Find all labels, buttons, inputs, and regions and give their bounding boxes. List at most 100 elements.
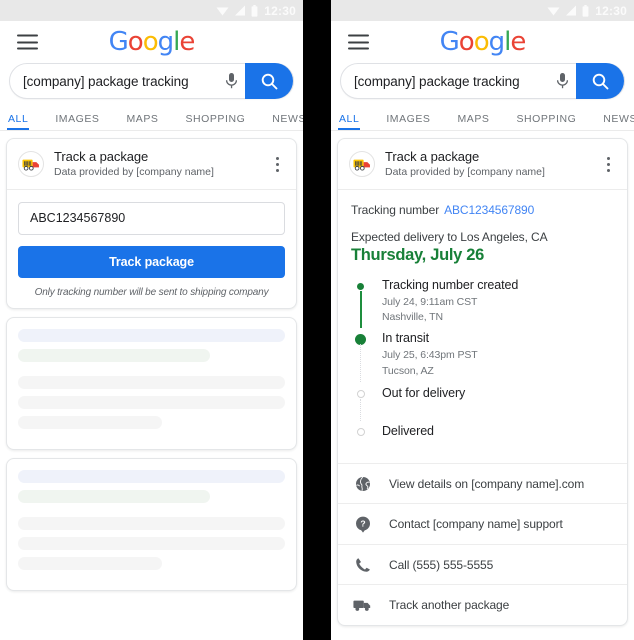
action-contact-support[interactable]: ? Contact [company name] support	[338, 503, 627, 544]
tracking-timeline: Tracking number created July 24, 9:11am …	[355, 278, 614, 448]
app-header: Google	[0, 21, 303, 63]
tracking-number-value[interactable]: ABC1234567890	[444, 203, 534, 217]
tracking-disclaimer: Only tracking number will be sent to shi…	[34, 286, 269, 298]
tab-news[interactable]: NEWS	[272, 113, 303, 130]
action-label: Track another package	[389, 598, 510, 613]
timeline-item: Tracking number created July 24, 9:11am …	[355, 277, 614, 329]
action-track-another[interactable]: Track another package	[338, 584, 627, 625]
placeholder-line	[18, 489, 211, 503]
action-call[interactable]: Call (555) 555-5555	[338, 543, 627, 585]
placeholder-line	[18, 395, 285, 409]
tracking-number-row: Tracking number ABC1234567890	[351, 203, 614, 217]
delivery-truck-icon	[349, 151, 375, 178]
search-input[interactable]	[341, 73, 548, 89]
timeline-place: Nashville, TN	[382, 311, 443, 324]
search-bar-container	[331, 63, 634, 99]
screenshot-stage: 12:30 Google ALL IMAGES MAPS SHOP	[0, 0, 634, 640]
search-input[interactable]	[10, 73, 217, 89]
microphone-icon[interactable]	[217, 63, 245, 99]
logo-letter-g1: G	[439, 27, 460, 57]
placeholder-line	[18, 469, 285, 483]
timeline-dot-pending-icon	[355, 427, 366, 438]
tab-all[interactable]: ALL	[6, 113, 30, 130]
expected-delivery-line: Expected delivery to Los Angeles, CA	[351, 229, 548, 244]
timeline-title: Tracking number created	[382, 277, 519, 292]
logo-letter-e: e	[510, 27, 526, 57]
timeline-connector	[360, 398, 361, 421]
tracking-number-label: Tracking number	[351, 202, 440, 217]
placeholder-line	[18, 536, 285, 550]
delivery-truck-icon	[18, 151, 44, 178]
package-actions: View details on [company name].com ? Con…	[338, 462, 627, 625]
hamburger-menu-icon[interactable]	[348, 34, 369, 50]
wifi-icon	[216, 7, 229, 16]
action-label: Call (555) 555-5555	[389, 557, 494, 572]
hamburger-menu-icon[interactable]	[17, 34, 38, 50]
placeholder-line	[18, 516, 285, 530]
card-title: Track a package	[54, 149, 149, 164]
tab-shopping[interactable]: SHOPPING	[185, 113, 245, 130]
logo-letter-o1: o	[458, 27, 475, 57]
status-bar-time: 12:30	[264, 3, 296, 18]
tab-all[interactable]: ALL	[337, 113, 361, 130]
tab-images[interactable]: IMAGES	[55, 113, 99, 130]
search-bar[interactable]	[340, 63, 625, 99]
timeline-title: In transit	[382, 331, 429, 346]
phone-icon	[351, 557, 374, 573]
logo-letter-e: e	[179, 27, 195, 57]
package-details: Tracking number ABC1234567890 Expected de…	[338, 190, 627, 452]
placeholder-line	[18, 375, 285, 389]
phone-screen-right: 12:30 Google ALL IMAGES MAPS SHOP	[331, 0, 634, 640]
card-title: Track a package	[385, 149, 480, 164]
globe-icon	[351, 476, 374, 492]
action-label: View details on [company name].com	[389, 476, 585, 491]
more-options-icon[interactable]	[268, 154, 286, 174]
search-bar[interactable]	[9, 63, 294, 99]
more-options-icon[interactable]	[599, 154, 617, 174]
card-subtitle: Data provided by [company name]	[385, 166, 545, 179]
logo-letter-g2: g	[157, 27, 174, 57]
timeline-item: Out for delivery	[355, 385, 614, 421]
tracking-number-input[interactable]	[18, 201, 285, 235]
status-bar-time: 12:30	[595, 3, 627, 18]
placeholder-result-card-1	[6, 316, 297, 450]
placeholder-line	[18, 348, 211, 362]
help-question-icon: ?	[351, 516, 374, 533]
tab-images[interactable]: IMAGES	[386, 113, 430, 130]
tab-maps[interactable]: MAPS	[458, 113, 490, 130]
track-package-card: Track a package Data provided by [compan…	[6, 138, 297, 309]
timeline-item: In transit July 25, 6:43pm PST Tucson, A…	[355, 331, 614, 382]
track-package-button[interactable]: Track package	[18, 245, 285, 278]
wifi-icon	[547, 7, 560, 16]
microphone-icon[interactable]	[548, 63, 576, 99]
tab-news[interactable]: NEWS	[603, 113, 634, 130]
search-submit-button[interactable]	[576, 63, 624, 99]
placeholder-result-card-2	[6, 457, 297, 591]
tab-maps[interactable]: MAPS	[127, 113, 159, 130]
logo-letter-o1: o	[127, 27, 144, 57]
timeline-connector	[360, 290, 362, 329]
timeline-item: Delivered	[355, 424, 614, 448]
search-tabs: ALL IMAGES MAPS SHOPPING NEWS	[331, 105, 634, 131]
battery-icon	[251, 4, 258, 17]
action-label: Contact [company name] support	[389, 517, 563, 532]
timeline-title: Out for delivery	[382, 385, 466, 400]
svg-text:?: ?	[360, 518, 365, 528]
card-header-text: Track a package Data provided by [compan…	[54, 149, 268, 180]
tab-shopping[interactable]: SHOPPING	[516, 113, 576, 130]
status-bar: 12:30	[331, 0, 634, 21]
google-logo: Google	[109, 27, 196, 57]
timeline-place: Tucson, AZ	[382, 364, 434, 377]
action-view-details[interactable]: View details on [company name].com	[338, 462, 627, 504]
status-bar: 12:30	[0, 0, 303, 21]
truck-icon	[351, 598, 374, 612]
card-header: Track a package Data provided by [compan…	[338, 139, 627, 190]
card-header: Track a package Data provided by [compan…	[7, 139, 296, 190]
search-submit-button[interactable]	[245, 63, 293, 99]
timeline-time: July 24, 9:11am CST	[382, 295, 478, 308]
placeholder-line	[18, 415, 163, 429]
logo-letter-g2: g	[488, 27, 505, 57]
timeline-title: Delivered	[382, 423, 434, 438]
timeline-time: July 25, 6:43pm PST	[382, 348, 478, 361]
expected-delivery-date: Thursday, July 26	[351, 245, 485, 264]
